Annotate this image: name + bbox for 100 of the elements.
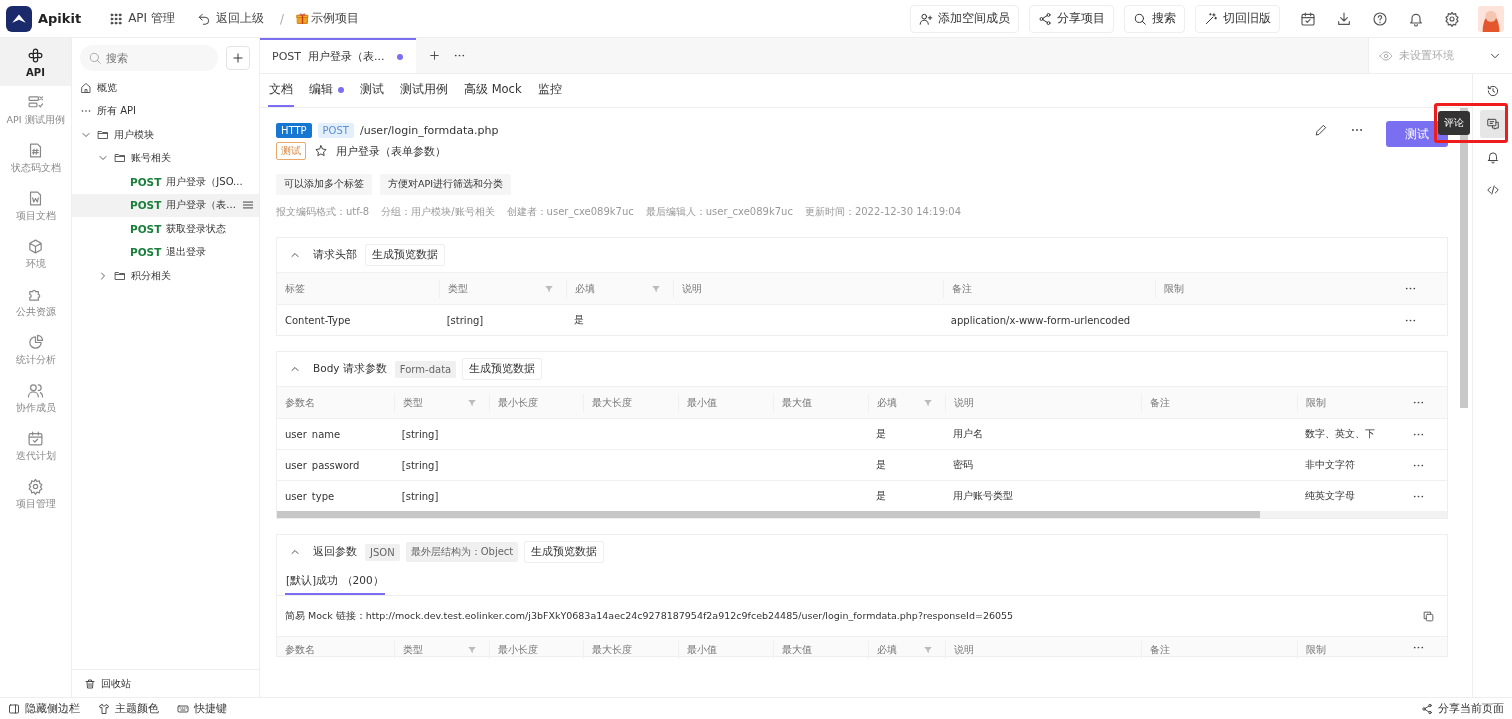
response-tab[interactable]: [默认]成功 （200） bbox=[285, 569, 385, 595]
column-header: 类型 bbox=[438, 279, 566, 298]
search-field[interactable]: 搜索 bbox=[80, 45, 218, 71]
section-title: Body 请求参数 bbox=[313, 362, 387, 376]
filter-icon[interactable] bbox=[466, 397, 477, 408]
copy-icon[interactable] bbox=[1422, 609, 1435, 623]
trash-link[interactable]: 回收站 bbox=[72, 669, 259, 697]
table-cell-text: Content-Type bbox=[284, 314, 352, 326]
tab[interactable]: 高级 Mock bbox=[463, 74, 523, 107]
api-item[interactable]: POST 用户登录（JSO... bbox=[72, 170, 259, 194]
nav-item[interactable]: 项目管理 bbox=[0, 470, 71, 518]
tag[interactable]: 可以添加多个标签 bbox=[276, 174, 372, 195]
footer-link[interactable]: 主题颜色 bbox=[98, 701, 159, 716]
table-cell-text: 密码 bbox=[951, 458, 974, 472]
trash-icon bbox=[84, 677, 96, 690]
scrollbar[interactable] bbox=[277, 511, 1260, 518]
pie-chart-icon bbox=[27, 333, 44, 351]
nav-item[interactable]: API bbox=[0, 38, 71, 86]
cube-icon bbox=[27, 237, 44, 255]
star-icon[interactable] bbox=[314, 144, 328, 158]
comment-icon bbox=[1485, 117, 1500, 131]
api-item[interactable]: POST 退出登录 bbox=[72, 240, 259, 264]
nav-item[interactable]: 统计分析 bbox=[0, 326, 71, 374]
settings-icon[interactable] bbox=[1444, 10, 1460, 27]
column-header: 最大长度 bbox=[583, 393, 679, 412]
tree-item[interactable]: 所有 API bbox=[72, 99, 259, 123]
tree-item[interactable]: 用户模块 bbox=[72, 123, 259, 147]
nav-item[interactable]: 公共资源 bbox=[0, 278, 71, 326]
edit-icon[interactable] bbox=[1314, 123, 1328, 137]
column-header: 类型 bbox=[393, 641, 489, 659]
toolbar-button[interactable]: 搜索 bbox=[1124, 4, 1185, 33]
toolbar-button[interactable]: 切回旧版 bbox=[1195, 4, 1280, 33]
filter-icon[interactable] bbox=[651, 283, 662, 294]
api-item[interactable]: POST 用户登录（表... bbox=[72, 193, 259, 217]
preview-button[interactable]: 生成预览数据 bbox=[524, 541, 605, 563]
preview-button[interactable]: 生成预览数据 bbox=[365, 244, 445, 266]
toolbar-button[interactable]: 添加空间成员 bbox=[910, 4, 1019, 33]
tag[interactable]: 方便对API进行筛选和分类 bbox=[380, 174, 512, 195]
project-link[interactable]: 示例项目 bbox=[292, 5, 363, 32]
column-header: 说明 bbox=[944, 641, 1141, 659]
tab[interactable]: 编辑 bbox=[308, 74, 345, 107]
column-header: 最大值 bbox=[773, 641, 868, 659]
tab[interactable]: 测试 bbox=[359, 74, 385, 107]
meta-text: 分组：用户模块/账号相关 bbox=[381, 205, 495, 219]
add-button[interactable] bbox=[226, 46, 250, 70]
column-header: 最大长度 bbox=[583, 641, 679, 659]
eye-icon bbox=[1379, 48, 1393, 63]
preview-button[interactable]: 生成预览数据 bbox=[462, 358, 543, 380]
tab[interactable]: 测试用例 bbox=[399, 74, 449, 107]
code-icon bbox=[1485, 183, 1500, 197]
toolbar-button[interactable]: 分享项目 bbox=[1029, 4, 1114, 33]
mock-link[interactable]: 简易 Mock 链接：http://mock.dev.test.eolinker.com/j3bFXkY0683a14aec24c9278187954f2a912c9fceb24485/user/login_formdata.php?responseId=26055 bbox=[285, 609, 1422, 623]
history-icon bbox=[1485, 84, 1500, 98]
api-path: /user/login_formdata.php bbox=[359, 123, 499, 137]
meta-text: 最后编辑人：user_cxe089k7uc bbox=[645, 205, 793, 219]
sidebar-icon bbox=[8, 702, 20, 715]
nav-item[interactable]: 项目文档 bbox=[0, 182, 71, 230]
api-item[interactable]: POST 获取登录状态 bbox=[72, 217, 259, 241]
folder-icon bbox=[97, 128, 109, 141]
tree-item[interactable]: 账号相关 bbox=[72, 146, 259, 170]
share-icon bbox=[1038, 11, 1052, 26]
nav-item[interactable]: API 测试用例 bbox=[0, 86, 71, 134]
filter-icon[interactable] bbox=[466, 645, 477, 655]
open-tab[interactable]: POST 用户登录（表... bbox=[260, 38, 416, 73]
calendar-icon[interactable] bbox=[1300, 10, 1316, 27]
api-icon bbox=[27, 46, 44, 64]
share-link[interactable]: 分享当前页面 bbox=[1421, 701, 1504, 716]
tree-item[interactable]: 积分相关 bbox=[72, 264, 259, 288]
filter-icon[interactable] bbox=[543, 283, 554, 294]
plus-icon[interactable] bbox=[428, 49, 441, 62]
nav-link[interactable]: API 管理 bbox=[101, 5, 183, 32]
help-icon[interactable] bbox=[1372, 10, 1388, 27]
shirt-icon bbox=[98, 702, 110, 715]
filter-icon[interactable] bbox=[922, 397, 933, 408]
tab[interactable]: 监控 bbox=[536, 74, 563, 107]
tooltip: 评论 bbox=[1438, 111, 1470, 135]
nav-item[interactable]: 环境 bbox=[0, 230, 71, 278]
protocol-badge: HTTP bbox=[276, 122, 312, 138]
table-cell-text: application/x-www-form-urlencoded bbox=[949, 314, 1132, 326]
download-icon[interactable] bbox=[1336, 10, 1352, 27]
nav-item[interactable]: 迭代计划 bbox=[0, 422, 71, 470]
table-cell-text: 非中文字符 bbox=[1304, 458, 1357, 472]
format-badge: JSON bbox=[365, 543, 400, 561]
footer-link[interactable]: 隐藏侧边栏 bbox=[8, 701, 80, 716]
tree-item[interactable]: 概览 bbox=[72, 76, 259, 100]
nav-link[interactable]: 返回上级 bbox=[188, 5, 272, 32]
column-header: 限制 bbox=[1154, 279, 1375, 298]
nav-item[interactable]: 协作成员 bbox=[0, 374, 71, 422]
table-cell-text: 是 bbox=[572, 313, 585, 327]
footer-link[interactable]: 快捷键 bbox=[177, 701, 227, 716]
column-header: 限制 bbox=[1297, 641, 1390, 659]
filter-icon[interactable] bbox=[922, 645, 933, 655]
nav-item[interactable]: 状态码文档 bbox=[0, 134, 71, 182]
user-avatar[interactable] bbox=[1478, 5, 1504, 32]
app-name: Apikit bbox=[38, 11, 82, 26]
column-header: 参数名 bbox=[284, 643, 316, 657]
side-button[interactable] bbox=[1479, 110, 1506, 138]
column-header: 最小值 bbox=[678, 393, 774, 412]
meta-text: 报文编码格式：utf-8 bbox=[276, 205, 370, 219]
tab[interactable]: 文档 bbox=[268, 74, 294, 107]
